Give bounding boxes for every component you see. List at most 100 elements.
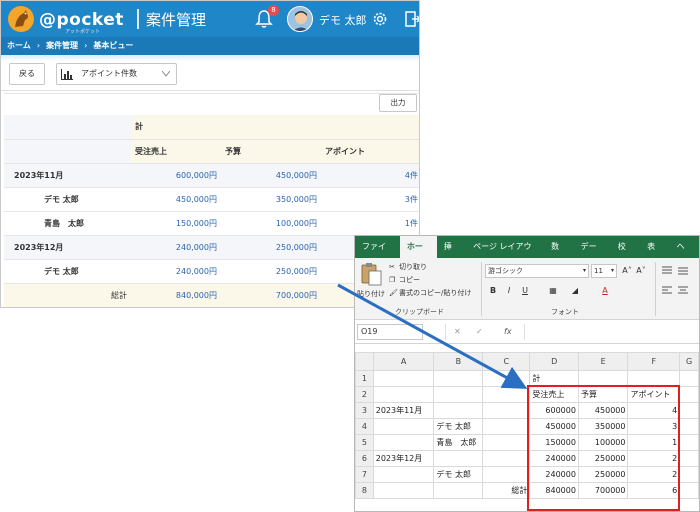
- cell[interactable]: [482, 402, 531, 419]
- row-header[interactable]: 3: [355, 402, 374, 419]
- cell[interactable]: [679, 370, 699, 387]
- cell[interactable]: 840000: [529, 482, 579, 499]
- cell[interactable]: 青島 太郎: [433, 434, 484, 451]
- gear-icon[interactable]: [371, 10, 389, 28]
- cell[interactable]: 240000: [529, 450, 579, 467]
- align-top-icon[interactable]: [661, 266, 673, 276]
- cell-value[interactable]: 240,000円: [131, 259, 221, 284]
- cell[interactable]: アポイント: [627, 386, 681, 403]
- borders-icon[interactable]: ▦: [547, 285, 559, 297]
- tab-file[interactable]: ファイル: [355, 236, 400, 273]
- row-header[interactable]: 1: [355, 370, 374, 387]
- row-header[interactable]: 4: [355, 418, 374, 435]
- font-name-select[interactable]: 游ゴシック ▾: [485, 264, 589, 278]
- underline-button[interactable]: U: [519, 285, 531, 297]
- cell[interactable]: [372, 370, 435, 387]
- cut-button[interactable]: ✂ 切り取り: [389, 262, 427, 272]
- cell[interactable]: [433, 450, 484, 467]
- cell-value[interactable]: 4件: [321, 163, 419, 188]
- cell[interactable]: [482, 418, 531, 435]
- paste-icon[interactable]: [360, 262, 382, 286]
- cell[interactable]: 250000: [577, 450, 629, 467]
- tab-insert[interactable]: 挿入: [437, 236, 466, 273]
- cell[interactable]: [372, 434, 435, 451]
- cell[interactable]: 計: [529, 370, 579, 387]
- tab-review[interactable]: 校閲: [611, 236, 640, 273]
- cell[interactable]: 2023年11月: [372, 402, 435, 419]
- cell-value[interactable]: 1件: [321, 211, 419, 236]
- font-color-button[interactable]: A: [599, 285, 611, 297]
- output-button[interactable]: 出力: [379, 94, 417, 112]
- user-name[interactable]: デモ 太郎: [319, 12, 367, 28]
- paste-button[interactable]: 貼り付け: [357, 289, 385, 299]
- cell[interactable]: 2: [627, 466, 681, 483]
- tab-view[interactable]: 表示: [640, 236, 669, 273]
- cell[interactable]: [577, 370, 629, 387]
- cell[interactable]: [433, 370, 484, 387]
- cell-value[interactable]: 150,000円: [131, 211, 221, 236]
- cell[interactable]: [679, 450, 699, 467]
- cell[interactable]: [679, 402, 699, 419]
- cell-value[interactable]: 250,000円: [221, 235, 321, 260]
- metric-select[interactable]: アポイント件数: [56, 63, 177, 85]
- cell[interactable]: 2023年12月: [372, 450, 435, 467]
- cell[interactable]: [679, 418, 699, 435]
- cell[interactable]: 100000: [577, 434, 629, 451]
- cell[interactable]: [372, 386, 435, 403]
- cell[interactable]: [433, 482, 484, 499]
- cell[interactable]: 総計: [482, 482, 531, 499]
- cell-value[interactable]: 600,000円: [131, 163, 221, 188]
- tab-home[interactable]: ホーム: [399, 236, 437, 273]
- tab-data[interactable]: データ: [574, 236, 611, 273]
- cell-value[interactable]: 350,000円: [221, 187, 321, 212]
- breadcrumb-home[interactable]: ホーム: [7, 37, 31, 55]
- bold-button[interactable]: B: [487, 285, 499, 297]
- align-middle-icon[interactable]: [677, 266, 689, 276]
- cell[interactable]: [482, 370, 531, 387]
- italic-button[interactable]: I: [503, 285, 515, 297]
- cell[interactable]: 350000: [577, 418, 629, 435]
- row-header[interactable]: 8: [355, 482, 374, 499]
- cell[interactable]: [372, 482, 435, 499]
- column-header[interactable]: A: [372, 352, 435, 371]
- cell-value[interactable]: 3件: [321, 187, 419, 212]
- cell[interactable]: [482, 386, 531, 403]
- cell[interactable]: 450000: [529, 418, 579, 435]
- column-header[interactable]: E: [577, 352, 629, 371]
- cell-value[interactable]: 450,000円: [221, 163, 321, 188]
- cell[interactable]: 450000: [577, 402, 629, 419]
- cell[interactable]: 予算: [577, 386, 629, 403]
- cell-value[interactable]: 100,000円: [221, 211, 321, 236]
- cell[interactable]: 240000: [529, 466, 579, 483]
- select-all-corner[interactable]: [355, 352, 374, 371]
- cell[interactable]: [372, 466, 435, 483]
- cell[interactable]: [679, 482, 699, 499]
- cell[interactable]: 4: [627, 402, 681, 419]
- cell[interactable]: デモ 太郎: [433, 418, 484, 435]
- cell[interactable]: [433, 402, 484, 419]
- row-header[interactable]: 5: [355, 434, 374, 451]
- cell[interactable]: 250000: [577, 466, 629, 483]
- fill-color-icon[interactable]: ◢: [569, 285, 581, 297]
- copy-button[interactable]: ❐ コピー: [389, 275, 420, 285]
- cell[interactable]: 150000: [529, 434, 579, 451]
- increase-font-button[interactable]: A˄: [621, 265, 633, 277]
- format-painter-button[interactable]: 🖌 書式のコピー/貼り付け: [389, 288, 471, 298]
- back-button[interactable]: 戻る: [9, 63, 45, 85]
- cell[interactable]: [433, 386, 484, 403]
- cell-value[interactable]: 450,000円: [131, 187, 221, 212]
- avatar[interactable]: [287, 6, 313, 32]
- cell[interactable]: [679, 386, 699, 403]
- cell[interactable]: [482, 466, 531, 483]
- total-value[interactable]: 700,000円: [221, 283, 321, 307]
- row-header[interactable]: 6: [355, 450, 374, 467]
- cell-value[interactable]: 240,000円: [131, 235, 221, 260]
- cell[interactable]: 3: [627, 418, 681, 435]
- cell[interactable]: [482, 450, 531, 467]
- cell[interactable]: [679, 434, 699, 451]
- pocket-logo[interactable]: @pocket アットポケット: [7, 5, 127, 35]
- breadcrumb-project[interactable]: 案件管理: [46, 37, 78, 55]
- decrease-font-button[interactable]: A˅: [635, 265, 647, 277]
- cell[interactable]: 6: [627, 482, 681, 499]
- row-header[interactable]: 2: [355, 386, 374, 403]
